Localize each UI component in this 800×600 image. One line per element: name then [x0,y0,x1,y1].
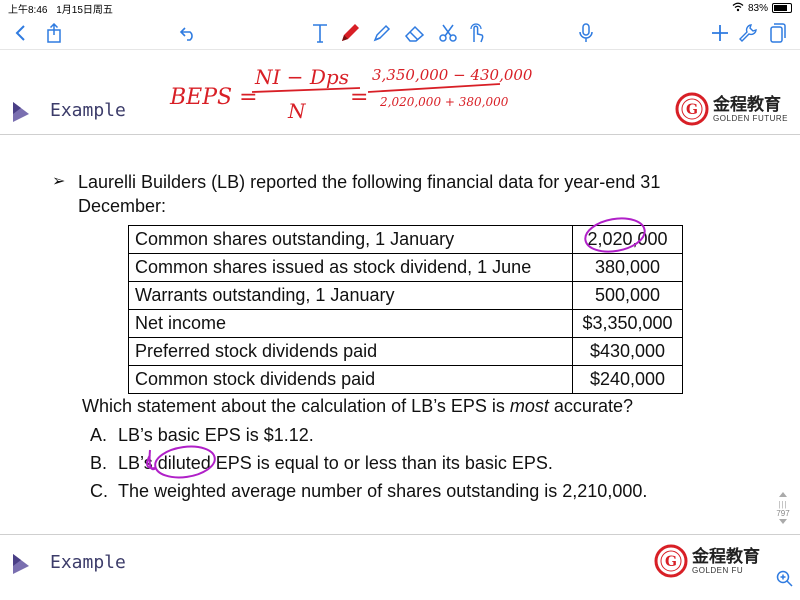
slide-title: Example [50,552,126,573]
question-stem: Which statement about the calculation of… [82,396,633,417]
slide-logo-icon [10,100,32,129]
brand-name: 金程教育 [713,94,782,114]
scroll-down-icon[interactable] [778,518,788,526]
table-row: Preferred stock dividends paid $430,000 [128,337,683,366]
option-text: LB’s diluted EPS is equal to or less tha… [118,453,553,473]
wifi-icon [732,2,744,15]
brand-name: 金程教育 [692,546,760,566]
pen-icon[interactable] [336,20,364,46]
option-text: LB’s basic EPS is $1.12. [118,425,314,445]
text-tool-icon[interactable] [308,20,332,46]
row-value: 380,000 [572,253,683,282]
highlighter-icon[interactable] [370,20,394,46]
option-key: C. [90,481,108,501]
slide-header: Example G 金程教育 GOLDEN FUTURE [0,90,800,134]
row-value: 500,000 [572,281,683,310]
document-page: Example G 金程教育 GOLDEN FUTURE ➢ Laurelli … [0,50,800,600]
row-value: $240,000 [572,365,683,394]
status-bar: 上午8:46 1月15日周五 83% [0,0,800,16]
stem-after: accurate? [548,396,633,416]
brand-logo: G 金程教育 GOLDEN FU [654,544,760,578]
header-divider [0,134,800,135]
table-row: Common shares outstanding, 1 January 2,02… [128,225,683,254]
option-a[interactable]: A. LB’s basic EPS is $1.12. [90,425,314,446]
brand-seal-icon: G [675,92,709,126]
row-label: Common stock dividends paid [128,365,573,394]
microphone-icon[interactable] [574,20,598,46]
row-value: 2,020,000 [572,225,683,254]
row-label: Net income [128,309,573,338]
option-text: The weighted average number of shares ou… [118,481,648,501]
row-label: Warrants outstanding, 1 January [128,281,573,310]
svg-text:G: G [686,102,698,118]
row-label: Common shares issued as stock dividend, … [128,253,573,282]
battery-icon [772,3,792,13]
status-time: 上午8:46 [8,4,48,16]
battery-fill [774,5,788,11]
row-value: $430,000 [572,337,683,366]
touch-icon[interactable] [464,20,488,46]
svg-text:G: G [665,554,677,570]
stem-before: Which statement about the calculation of… [82,396,510,416]
brand-subtitle: GOLDEN FUTURE [713,113,788,123]
question-intro: Laurelli Builders (LB) reported the foll… [78,172,661,216]
slide-title: Example [50,100,126,121]
scroll-up-icon[interactable] [778,490,788,498]
table-row: Common stock dividends paid $240,000 [128,365,683,394]
option-key: A. [90,425,108,445]
slide-logo-icon [10,552,32,581]
option-b[interactable]: B. LB’s diluted EPS is equal to or less t… [90,453,553,474]
row-label: Common shares outstanding, 1 January [128,225,573,254]
share-icon[interactable] [42,20,66,46]
financial-data-table: Common shares outstanding, 1 January 2,02… [128,225,683,394]
slide-divider [0,534,800,535]
eraser-icon[interactable] [402,20,428,46]
table-row: Net income $3,350,000 [128,309,683,338]
add-icon[interactable] [708,20,732,46]
page-number: 797 [776,509,790,518]
back-chevron-icon[interactable] [8,20,32,46]
brand-seal-icon: G [654,544,688,578]
option-key: B. [90,453,108,473]
row-label: Preferred stock dividends paid [128,337,573,366]
bullet-arrow: ➢ [52,173,66,190]
undo-icon[interactable] [176,20,200,46]
pages-icon[interactable] [766,20,790,46]
stem-emphasis: most [509,396,549,416]
wrench-icon[interactable] [736,20,760,46]
page-scroller[interactable]: ||| 797 [772,490,794,528]
table-row: Warrants outstanding, 1 January 500,000 [128,281,683,310]
option-c[interactable]: C. The weighted average number of shares … [90,481,647,502]
next-slide-header: Example G 金程教育 GOLDEN FU [0,542,800,586]
table-row: Common shares issued as stock dividend, … [128,253,683,282]
toolbar [0,16,800,50]
battery-percent: 83% [747,2,768,14]
brand-logo: G 金程教育 GOLDEN FUTURE [675,92,788,126]
status-date: 1月15日周五 [56,4,113,16]
row-value: $3,350,000 [572,309,683,338]
brand-subtitle: GOLDEN FU [692,565,744,575]
zoom-icon[interactable] [776,570,794,593]
scissors-icon[interactable] [436,20,460,46]
scroller-grip-icon[interactable]: ||| [772,500,794,509]
